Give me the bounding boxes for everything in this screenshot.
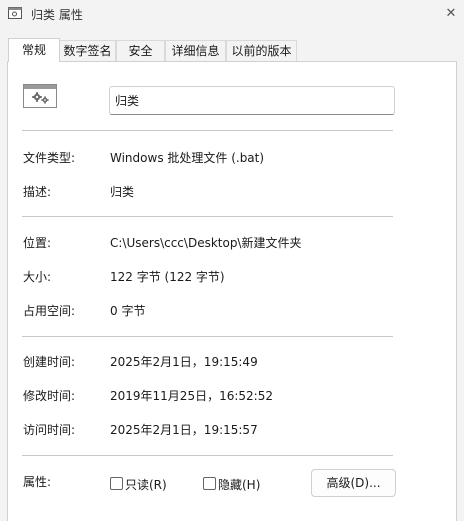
separator	[22, 455, 393, 456]
batch-file-gear-icon	[23, 84, 57, 108]
file-type-value: Windows 批处理文件 (.bat)	[110, 151, 265, 165]
tab-security[interactable]: 安全	[116, 40, 165, 61]
hidden-checkbox-label[interactable]: 隐藏(H)	[218, 476, 260, 493]
accessed-value: 2025年2月1日，19:15:57	[110, 423, 258, 437]
tab-previous-versions[interactable]: 以前的版本	[226, 40, 297, 61]
modified-label: 修改时间:	[23, 389, 76, 403]
size-on-disk-value: 0 字节	[110, 304, 146, 318]
size-on-disk-label: 占用空间:	[23, 304, 76, 318]
close-button[interactable]: ✕	[440, 3, 462, 25]
size-value: 122 字节 (122 字节)	[110, 270, 225, 284]
modified-value: 2019年11月25日，16:52:52	[110, 389, 273, 403]
description-value: 归类	[110, 185, 135, 199]
tab-digital-signatures[interactable]: 数字签名	[59, 40, 116, 61]
properties-window-icon	[8, 7, 22, 19]
file-name-input[interactable]	[109, 86, 395, 115]
hidden-checkbox-box[interactable]	[203, 477, 216, 490]
tab-details[interactable]: 详细信息	[165, 40, 226, 61]
tab-general[interactable]: 常规	[8, 38, 60, 62]
size-label: 大小:	[23, 270, 52, 284]
location-value: C:\Users\ccc\Desktop\新建文件夹	[110, 236, 302, 250]
file-type-label: 文件类型:	[23, 151, 76, 165]
readonly-checkbox-label[interactable]: 只读(R)	[125, 476, 167, 493]
advanced-button[interactable]: 高级(D)...	[311, 469, 396, 497]
created-value: 2025年2月1日，19:15:49	[110, 355, 258, 369]
accessed-label: 访问时间:	[23, 423, 76, 437]
readonly-checkbox-box[interactable]	[110, 477, 123, 490]
location-label: 位置:	[23, 236, 52, 250]
title-bar: 归类 属性 ✕	[0, 0, 464, 28]
created-label: 创建时间:	[23, 355, 76, 369]
separator	[22, 216, 393, 217]
attributes-label: 属性:	[23, 475, 52, 489]
description-label: 描述:	[23, 185, 52, 199]
window-title: 归类 属性	[31, 8, 83, 22]
separator	[22, 130, 393, 131]
separator	[22, 336, 393, 337]
